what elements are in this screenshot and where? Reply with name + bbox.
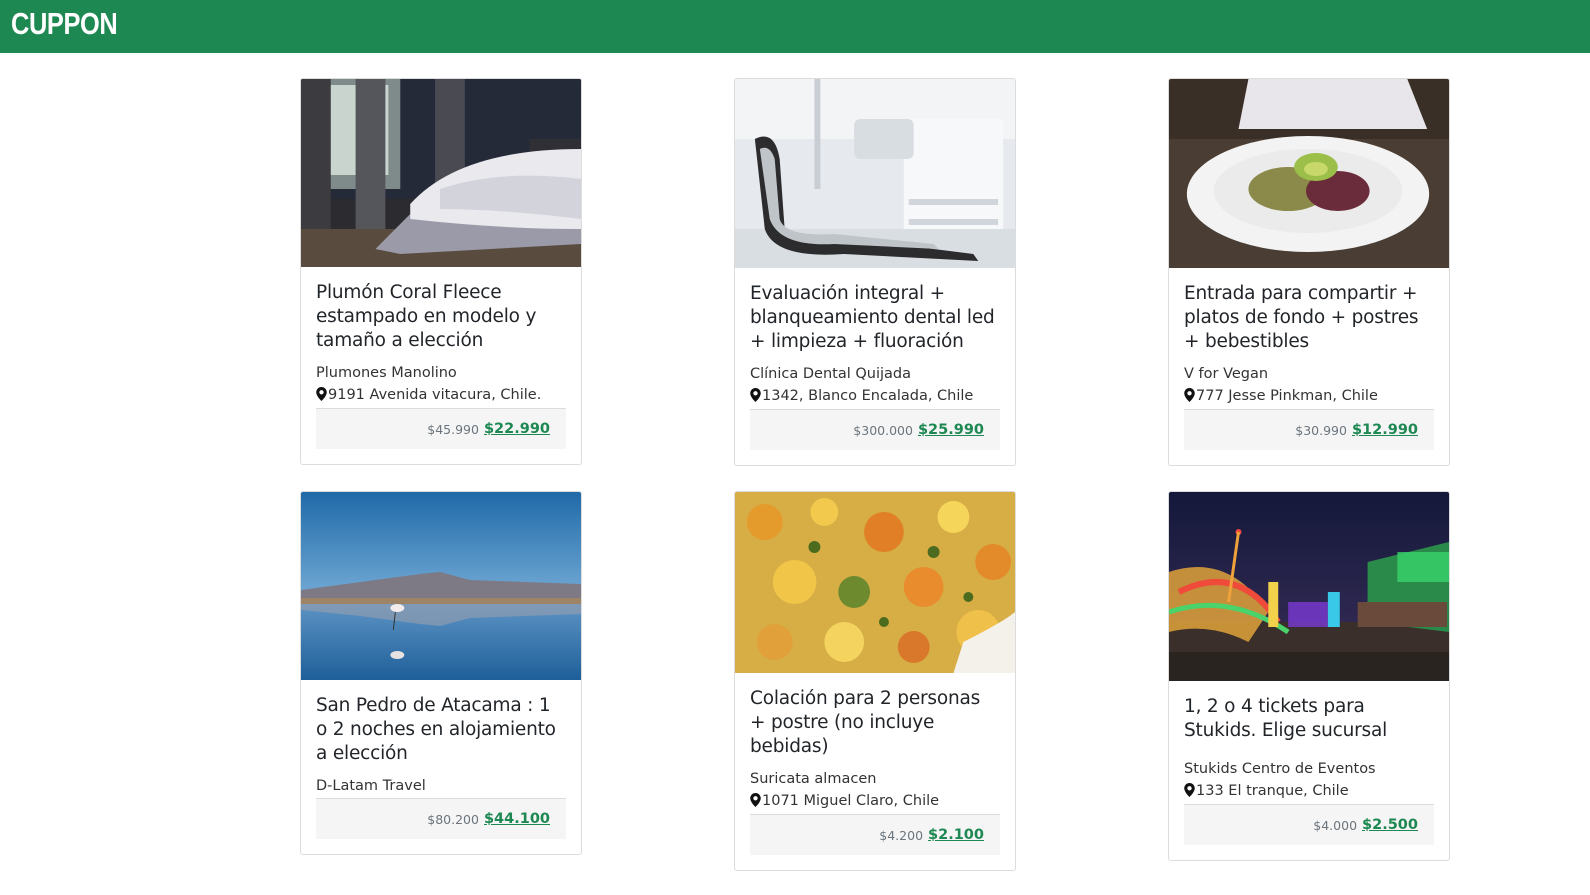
deal-title[interactable]: 1, 2 o 4 tickets para Stukids. Elige suc… [1184, 695, 1434, 743]
price-box: $4.000 $2.500 [1184, 804, 1434, 845]
deal-address: 9191 Avenida vitacura, Chile. [316, 384, 566, 406]
price-box: $4.200 $2.100 [750, 814, 1000, 855]
deal-image-fair[interactable] [1169, 492, 1449, 681]
deal-address: 1342, Blanco Encalada, Chile [750, 385, 1000, 407]
deal-address-text: 777 Jesse Pinkman, Chile [1196, 388, 1378, 404]
new-price-link[interactable]: $25.990 [918, 422, 984, 438]
deal-title[interactable]: San Pedro de Atacama : 1 o 2 noches en a… [316, 694, 566, 766]
deal-address: 1071 Miguel Claro, Chile [750, 790, 1000, 812]
deal-address: 133 El tranque, Chile [1184, 780, 1434, 802]
old-price: $80.200 [427, 811, 479, 827]
deal-vendor: Stukids Centro de Eventos [1184, 761, 1376, 777]
map-pin-icon [750, 388, 761, 402]
map-pin-icon [316, 387, 327, 401]
deal-address-text: 1071 Miguel Claro, Chile [762, 793, 940, 809]
deal-card[interactable]: Plumón Coral Fleece estampado en modelo … [300, 78, 582, 465]
deal-address-text: 9191 Avenida vitacura, Chile. [328, 387, 542, 403]
deal-title[interactable]: Colación para 2 personas + postre (no in… [750, 687, 1000, 759]
old-price: $4.200 [879, 827, 924, 843]
new-price-link[interactable]: $2.100 [928, 827, 984, 843]
deal-vendor: Plumones Manolino [316, 365, 457, 381]
new-price-link[interactable]: $12.990 [1352, 422, 1418, 438]
old-price: $300.000 [853, 422, 913, 438]
deal-image-atacama[interactable] [301, 492, 581, 680]
deal-vendor: Suricata almacen [750, 771, 877, 787]
deal-vendor: V for Vegan [1184, 366, 1269, 382]
old-price: $30.990 [1295, 422, 1347, 438]
deal-address: 777 Jesse Pinkman, Chile [1184, 385, 1434, 407]
brand-logo[interactable]: CUPPON [11, 6, 118, 42]
new-price-link[interactable]: $22.990 [484, 421, 550, 437]
deal-title[interactable]: Entrada para compartir + platos de fondo… [1184, 282, 1434, 354]
deal-card[interactable]: Entrada para compartir + platos de fondo… [1168, 78, 1450, 466]
new-price-link[interactable]: $44.100 [484, 811, 550, 827]
price-box: $30.990 $12.990 [1184, 409, 1434, 450]
map-pin-icon [750, 793, 761, 807]
deal-address-text: 1342, Blanco Encalada, Chile [762, 388, 974, 404]
deal-card[interactable]: Evaluación integral + blanqueamiento den… [734, 78, 1016, 466]
deal-vendor: Clínica Dental Quijada [750, 366, 911, 382]
price-box: $45.990 $22.990 [316, 408, 566, 449]
deal-card[interactable]: 1, 2 o 4 tickets para Stukids. Elige suc… [1168, 491, 1450, 861]
deal-image-dental[interactable] [735, 79, 1015, 268]
deal-address-text: 133 El tranque, Chile [1196, 783, 1349, 799]
deal-image-vegan[interactable] [1169, 79, 1449, 268]
deal-title[interactable]: Plumón Coral Fleece estampado en modelo … [316, 281, 566, 353]
deal-title[interactable]: Evaluación integral + blanqueamiento den… [750, 282, 1000, 354]
map-pin-icon [1184, 783, 1195, 797]
map-pin-icon [1184, 388, 1195, 402]
new-price-link[interactable]: $2.500 [1362, 817, 1418, 833]
deal-vendor: D-Latam Travel [316, 778, 426, 794]
old-price: $45.990 [427, 421, 479, 437]
deal-image-stew[interactable] [735, 492, 1015, 673]
deal-image-bedroom[interactable] [301, 79, 581, 267]
deal-card[interactable]: Colación para 2 personas + postre (no in… [734, 491, 1016, 871]
old-price: $4.000 [1313, 817, 1358, 833]
price-box: $80.200 $44.100 [316, 798, 566, 839]
price-box: $300.000 $25.990 [750, 409, 1000, 450]
deal-card[interactable]: San Pedro de Atacama : 1 o 2 noches en a… [300, 491, 582, 855]
navbar: CUPPON [0, 0, 1590, 53]
